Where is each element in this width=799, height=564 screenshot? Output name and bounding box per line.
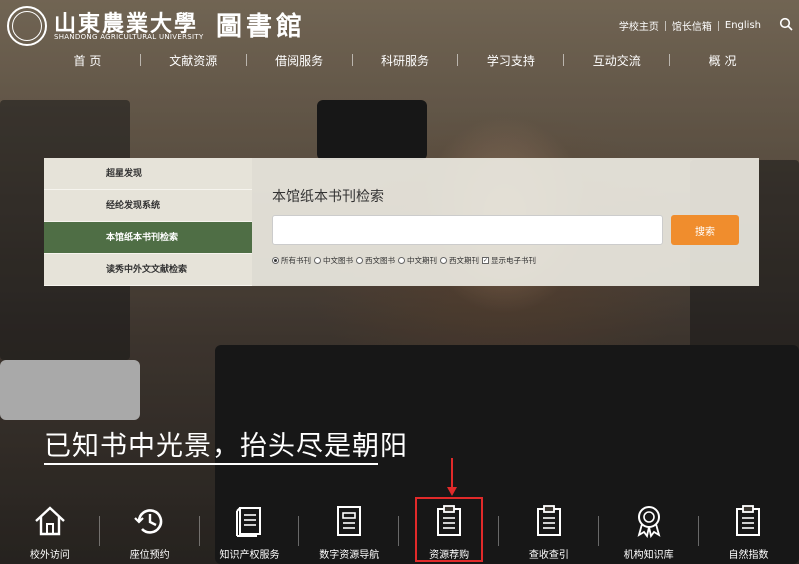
radio-icon[interactable] (440, 257, 447, 264)
home-icon (35, 506, 65, 536)
quick-ip-service[interactable]: 知识产权服务 (200, 498, 300, 564)
quick-links-bar: 校外访问 座位预约 知识产权服务 数字资源导航 资源荐购 查收查引 机构知识库 … (0, 498, 799, 564)
tab-jinglun-discovery[interactable]: 经纶发现系统 (44, 190, 252, 222)
radio-western-books[interactable]: 西文图书 (356, 255, 395, 266)
quick-link-label: 自然指数 (728, 550, 769, 561)
tab-print-catalog[interactable]: 本馆纸本书刊检索 (44, 222, 252, 254)
search-input[interactable] (272, 215, 663, 245)
quick-nature-index[interactable]: 自然指数 (699, 498, 799, 564)
nav-interaction[interactable]: 互动交流 (564, 52, 669, 69)
book-icon (236, 507, 262, 537)
top-links: 学校主页 馆长信箱 English (613, 18, 767, 33)
quick-link-label: 数字资源导航 (319, 550, 380, 561)
radio-icon[interactable] (314, 257, 321, 264)
radio-icon[interactable] (356, 257, 363, 264)
clipboard-icon (736, 505, 761, 536)
quick-link-label: 座位预约 (129, 550, 170, 561)
radio-chinese-books[interactable]: 中文图书 (314, 255, 353, 266)
link-school-home[interactable]: 学校主页 (613, 18, 665, 33)
link-director-mailbox[interactable]: 馆长信箱 (666, 18, 718, 33)
tab-chaoxing-discovery[interactable]: 超星发现 (44, 158, 252, 190)
radio-icon[interactable] (398, 257, 405, 264)
radio-icon[interactable] (272, 257, 279, 264)
quick-citation-search[interactable]: 查收查引 (499, 498, 599, 564)
search-form: 本馆纸本书刊检索 搜索 所有书刊 中文图书 西文图书 中文期刊 西文期刊 ✓ 显示… (252, 158, 759, 286)
link-english[interactable]: English (719, 20, 767, 31)
search-panel: 超星发现 经纶发现系统 本馆纸本书刊检索 读秀中外文文献检索 本馆纸本书刊检索 … (44, 158, 759, 286)
radio-western-journals[interactable]: 西文期刊 (440, 255, 479, 266)
quick-link-label: 知识产权服务 (219, 550, 280, 561)
main-nav: 首 页 文献资源 借阅服务 科研服务 学习支持 互动交流 概 况 (35, 50, 775, 70)
quick-link-label: 校外访问 (29, 550, 70, 561)
nav-borrowing[interactable]: 借阅服务 (247, 52, 352, 69)
checkbox-show-ebooks[interactable]: ✓ 显示电子书刊 (482, 255, 536, 266)
arrow-down-icon (447, 458, 457, 496)
quick-offcampus-access[interactable]: 校外访问 (0, 498, 100, 564)
tab-duxiu-search[interactable]: 读秀中外文文献检索 (44, 254, 252, 286)
slogan-underline (44, 463, 378, 465)
radio-all[interactable]: 所有书刊 (272, 255, 311, 266)
nav-about[interactable]: 概 况 (670, 52, 775, 69)
university-name-en: SHANDONG AGRICULTURAL UNIVERSITY (54, 33, 204, 41)
nav-home[interactable]: 首 页 (35, 52, 140, 69)
radio-chinese-journals[interactable]: 中文期刊 (398, 255, 437, 266)
history-clock-icon (133, 509, 162, 534)
university-seal-logo[interactable] (7, 6, 47, 46)
document-icon (337, 506, 362, 536)
search-options: 所有书刊 中文图书 西文图书 中文期刊 西文期刊 ✓ 显示电子书刊 (272, 255, 539, 266)
site-header: 山東農業大學 SHANDONG AGRICULTURAL UNIVERSITY … (0, 0, 799, 80)
quick-link-label: 查收查引 (528, 550, 569, 561)
nav-research[interactable]: 科研服务 (353, 52, 458, 69)
search-title: 本馆纸本书刊检索 (272, 189, 384, 205)
search-tabs: 超星发现 经纶发现系统 本馆纸本书刊检索 读秀中外文文献检索 (44, 158, 252, 286)
search-button[interactable]: 搜索 (671, 215, 739, 245)
quick-link-label: 机构知识库 (623, 550, 674, 561)
library-name[interactable]: 圖書館 (216, 6, 306, 43)
slogan: 已知书中光景，抬头尽是朝阳 (44, 431, 408, 462)
quick-seat-booking[interactable]: 座位预约 (100, 498, 200, 564)
nav-resources[interactable]: 文献资源 (141, 52, 246, 69)
quick-digital-resources[interactable]: 数字资源导航 (299, 498, 400, 564)
nav-learning[interactable]: 学习支持 (458, 52, 563, 69)
quick-institutional-repository[interactable]: 机构知识库 (599, 498, 699, 564)
clipboard-icon (536, 505, 561, 536)
highlight-box (415, 497, 483, 562)
checkbox-icon[interactable]: ✓ (482, 257, 489, 264)
award-icon (637, 506, 661, 538)
search-icon[interactable] (779, 17, 793, 31)
